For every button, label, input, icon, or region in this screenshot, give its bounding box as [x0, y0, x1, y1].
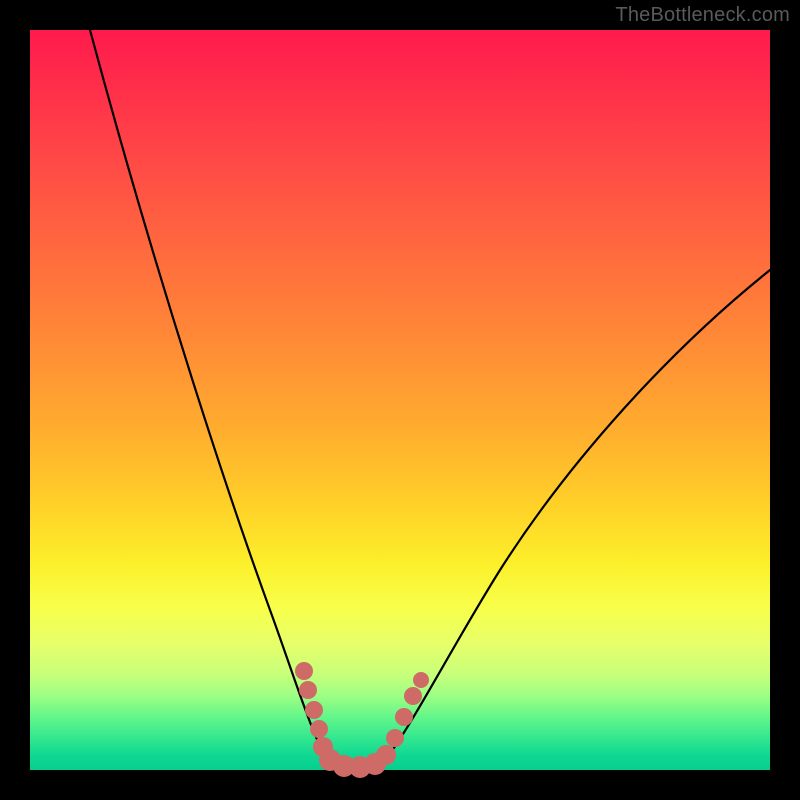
watermark-text: TheBottleneck.com: [615, 4, 790, 27]
marker-dot: [386, 729, 404, 747]
marker-dot: [310, 720, 328, 738]
marker-dot: [376, 745, 396, 765]
marker-dot: [404, 687, 422, 705]
curve-left-branch: [90, 30, 330, 767]
marker-dot: [413, 672, 429, 688]
marker-group: [295, 662, 429, 778]
curve-svg: [30, 30, 770, 770]
marker-dot: [299, 681, 317, 699]
plot-area: [30, 30, 770, 770]
marker-dot: [395, 708, 413, 726]
marker-dot: [295, 662, 313, 680]
marker-dot: [305, 701, 323, 719]
chart-frame: TheBottleneck.com: [0, 0, 800, 800]
curve-right-branch: [380, 270, 770, 767]
